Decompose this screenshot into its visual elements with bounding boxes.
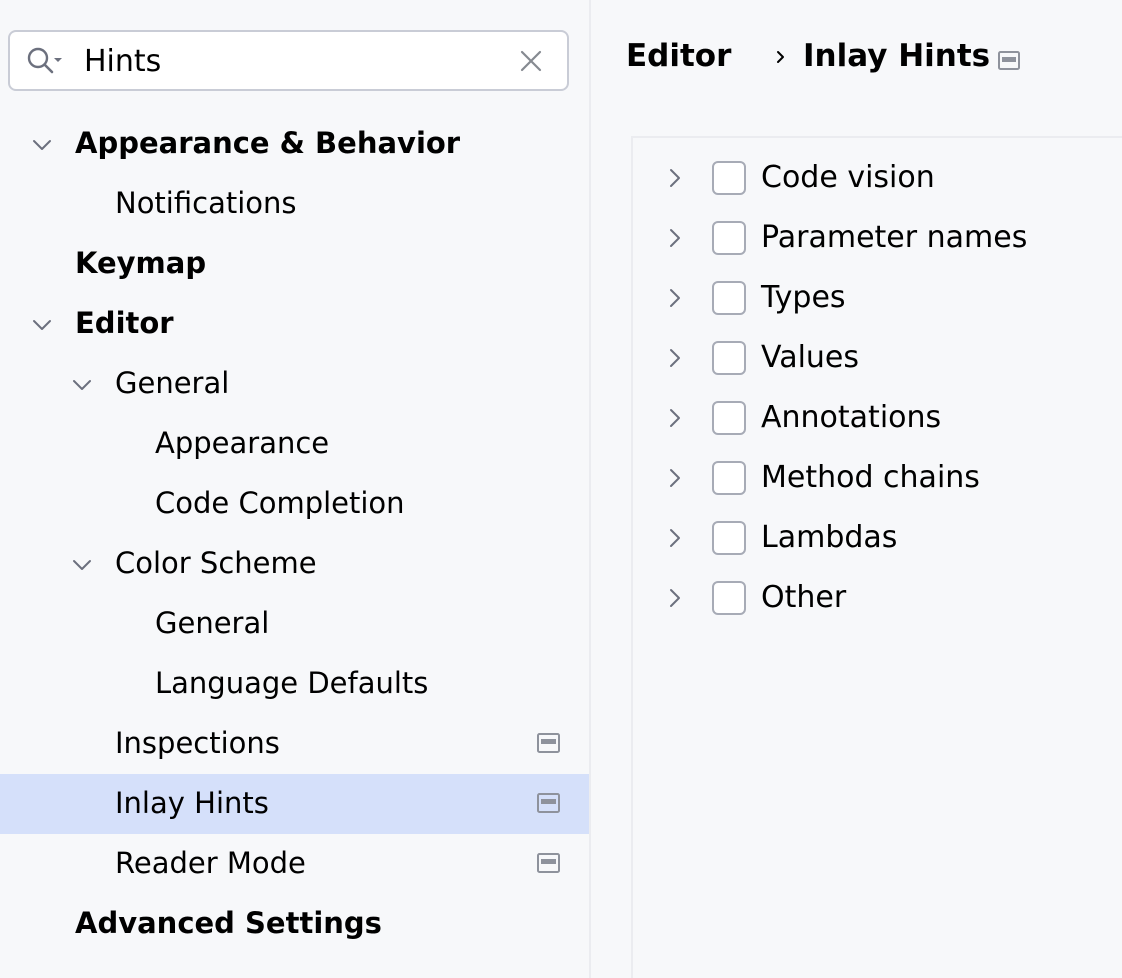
tree-item[interactable]: Keymap: [0, 234, 589, 294]
checkbox[interactable]: [712, 581, 746, 615]
hint-category-row[interactable]: Parameter names: [633, 209, 1122, 269]
settings-content: Editor Inlay Hints Code vision Parameter …: [591, 0, 1122, 978]
tree-item[interactable]: Reader Mode: [0, 834, 589, 894]
hint-category-row[interactable]: Annotations: [633, 389, 1122, 449]
tree-item[interactable]: Appearance & Behavior: [0, 114, 589, 174]
hint-category-row[interactable]: Values: [633, 329, 1122, 389]
checkbox[interactable]: [712, 221, 746, 255]
tree-item-label: Notifications: [115, 186, 297, 220]
hint-category-label[interactable]: Annotations: [761, 400, 941, 435]
search-field[interactable]: [8, 30, 569, 91]
hint-category-label[interactable]: Parameter names: [761, 220, 1027, 255]
tree-item[interactable]: Language Defaults: [0, 654, 589, 714]
hint-category-label[interactable]: Values: [761, 340, 859, 375]
tree-item[interactable]: Notifications: [0, 174, 589, 234]
chevron-right-icon[interactable]: [666, 166, 686, 190]
project-settings-icon: [537, 793, 560, 813]
hint-category-label[interactable]: Other: [761, 580, 846, 615]
chevron-right-icon[interactable]: [666, 526, 686, 550]
chevron-down-icon[interactable]: [71, 374, 93, 396]
chevron-right-icon[interactable]: [666, 286, 686, 310]
tree-item[interactable]: Code Completion: [0, 474, 589, 534]
checkbox[interactable]: [712, 161, 746, 195]
project-settings-icon: [537, 853, 560, 873]
chevron-right-icon[interactable]: [666, 466, 686, 490]
search-icon[interactable]: [26, 46, 66, 76]
hint-category-row[interactable]: Method chains: [633, 449, 1122, 509]
hint-category-row[interactable]: Types: [633, 269, 1122, 329]
hint-category-row[interactable]: Lambdas: [633, 509, 1122, 569]
tree-item-label: General: [155, 606, 270, 640]
tree-item[interactable]: General: [0, 354, 589, 414]
project-settings-icon: [998, 51, 1020, 70]
tree-item[interactable]: Inlay Hints: [0, 774, 589, 834]
chevron-down-icon[interactable]: [31, 314, 53, 336]
chevron-right-icon[interactable]: [666, 226, 686, 250]
checkbox[interactable]: [712, 521, 746, 555]
tree-item-label: Appearance & Behavior: [75, 126, 461, 160]
tree-item-label: Color Scheme: [115, 546, 317, 580]
tree-item-label: Inlay Hints: [115, 786, 269, 820]
breadcrumb-item-editor[interactable]: Editor: [626, 38, 731, 74]
tree-item-label: Editor: [75, 306, 174, 340]
tree-item[interactable]: Editor: [0, 294, 589, 354]
tree-item-label: Appearance: [155, 426, 330, 460]
checkbox[interactable]: [712, 461, 746, 495]
hint-category-row[interactable]: Other: [633, 569, 1122, 629]
tree-item[interactable]: Appearance: [0, 414, 589, 474]
tree-item[interactable]: Advanced Settings: [0, 894, 589, 954]
chevron-right-icon[interactable]: [666, 586, 686, 610]
project-settings-icon: [537, 733, 560, 753]
checkbox[interactable]: [712, 341, 746, 375]
tree-item[interactable]: General: [0, 594, 589, 654]
close-icon[interactable]: [518, 48, 544, 74]
settings-sidebar: Appearance & Behavior Notifications Keymap…: [0, 0, 589, 978]
tree-item-label: Code Completion: [155, 486, 405, 520]
hint-category-label[interactable]: Types: [761, 280, 846, 315]
checkbox[interactable]: [712, 401, 746, 435]
chevron-right-icon[interactable]: [666, 406, 686, 430]
chevron-right-icon: [777, 51, 784, 63]
hint-category-label[interactable]: Method chains: [761, 460, 980, 495]
checkbox[interactable]: [712, 281, 746, 315]
tree-item-label: Language Defaults: [155, 666, 429, 700]
chevron-down-icon[interactable]: [71, 554, 93, 576]
chevron-right-icon[interactable]: [666, 346, 686, 370]
hint-category-label[interactable]: Code vision: [761, 160, 935, 195]
tree-item[interactable]: Color Scheme: [0, 534, 589, 594]
hint-category-row[interactable]: Code vision: [633, 149, 1122, 209]
chevron-down-icon[interactable]: [31, 134, 53, 156]
breadcrumb-item-inlay-hints: Inlay Hints: [803, 38, 991, 74]
inlay-hints-panel: Code vision Parameter names Types Values Ann…: [631, 136, 1122, 978]
search-input[interactable]: [84, 40, 504, 82]
tree-item-label: Reader Mode: [115, 846, 306, 880]
tree-item[interactable]: Inspections: [0, 714, 589, 774]
tree-item-label: Inspections: [115, 726, 280, 760]
tree-item-label: Advanced Settings: [75, 906, 382, 940]
hint-category-label[interactable]: Lambdas: [761, 520, 897, 555]
tree-item-label: General: [115, 366, 230, 400]
tree-item-label: Keymap: [75, 246, 207, 280]
